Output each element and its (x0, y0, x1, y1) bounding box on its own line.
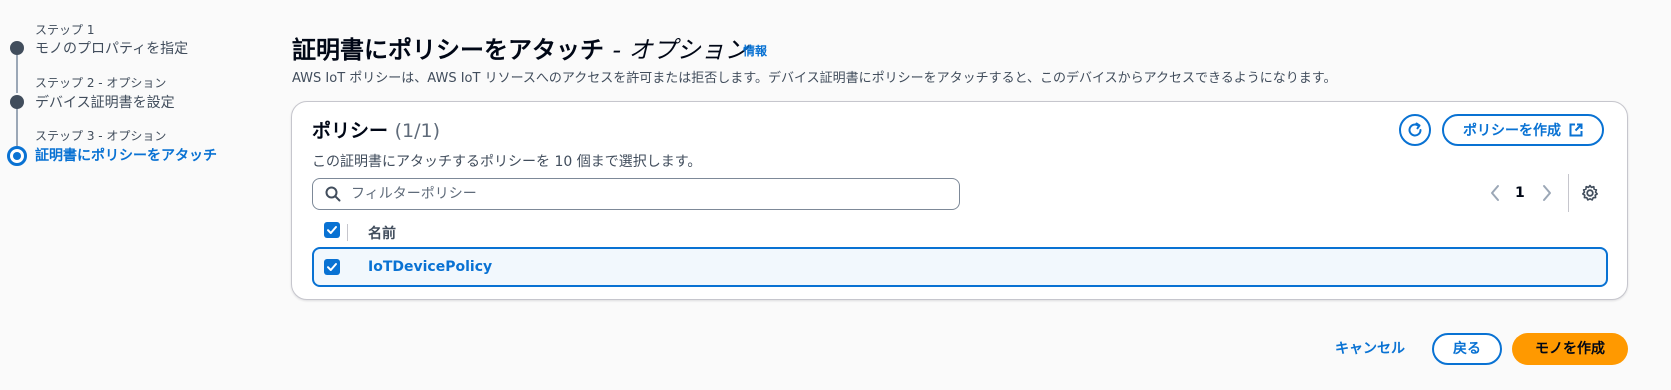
search-icon (325, 186, 341, 202)
table-header: 名前 (292, 216, 1627, 246)
page-title: 証明書にポリシーをアタッチ - オプション (292, 30, 749, 65)
step-2-title[interactable]: デバイス証明書を設定 (35, 92, 175, 112)
refresh-icon (1408, 122, 1422, 137)
pagination-divider (1568, 174, 1569, 212)
chevron-right-icon[interactable] (1541, 184, 1553, 202)
step-2-indicator (10, 95, 24, 109)
refresh-button[interactable] (1399, 114, 1431, 146)
column-separator (347, 224, 348, 241)
step-3-title: 証明書にポリシーをアタッチ (35, 148, 217, 164)
policies-title: ポリシー (312, 120, 389, 142)
policies-description: この証明書にアタッチするポリシーを 10 個まで選択します。 (312, 154, 702, 170)
step-2-sub: ステップ 2 - オプション (35, 76, 167, 90)
select-all-checkbox[interactable] (324, 222, 340, 238)
step-connector (16, 55, 18, 93)
cancel-button[interactable]: キャンセル (1325, 333, 1415, 365)
create-policy-label: ポリシーを作成 (1463, 123, 1561, 139)
policies-container: ポリシー (1/1) この証明書にアタッチするポリシーを 10 個まで選択します… (291, 101, 1628, 300)
step-connector (16, 108, 18, 146)
policy-name-link[interactable]: IoTDevicePolicy (368, 259, 492, 275)
policies-header: ポリシー (1/1) (312, 116, 440, 143)
page-description: AWS IoT ポリシーは、AWS IoT リソースへのアクセスを許可または拒否… (292, 71, 1337, 86)
check-icon (327, 263, 337, 271)
pagination: 1 (1489, 174, 1619, 212)
filter-search-box[interactable] (312, 178, 960, 210)
create-thing-button[interactable]: モノを作成 (1512, 333, 1628, 365)
gear-icon[interactable] (1581, 184, 1599, 202)
external-link-icon (1569, 123, 1583, 137)
wizard-stepper: ステップ 1 モノのプロパティを指定 ステップ 2 - オプション デバイス証明… (0, 0, 260, 200)
back-button[interactable]: 戻る (1432, 333, 1502, 365)
check-icon (327, 226, 337, 234)
create-policy-button[interactable]: ポリシーを作成 (1442, 114, 1604, 146)
step-3-indicator-active (7, 146, 27, 166)
row-checkbox[interactable] (324, 259, 340, 275)
policies-count: (1/1) (394, 120, 441, 142)
page-number[interactable]: 1 (1515, 185, 1525, 201)
page-root: ステップ 1 モノのプロパティを指定 ステップ 2 - オプション デバイス証明… (0, 0, 1671, 390)
info-link[interactable]: 情報 (743, 42, 767, 59)
chevron-left-icon[interactable] (1489, 184, 1501, 202)
table-row[interactable]: IoTDevicePolicy (312, 247, 1608, 287)
page-title-optional: - オプション (612, 36, 749, 64)
step-1-title[interactable]: モノのプロパティを指定 (35, 38, 188, 58)
step-1-indicator (10, 41, 24, 55)
step-3-sub: ステップ 3 - オプション (35, 129, 167, 143)
column-header-name[interactable]: 名前 (368, 223, 396, 243)
step-1-sub: ステップ 1 (35, 23, 95, 37)
page-title-text: 証明書にポリシーをアタッチ (292, 36, 604, 64)
filter-policies-input[interactable] (351, 179, 951, 209)
